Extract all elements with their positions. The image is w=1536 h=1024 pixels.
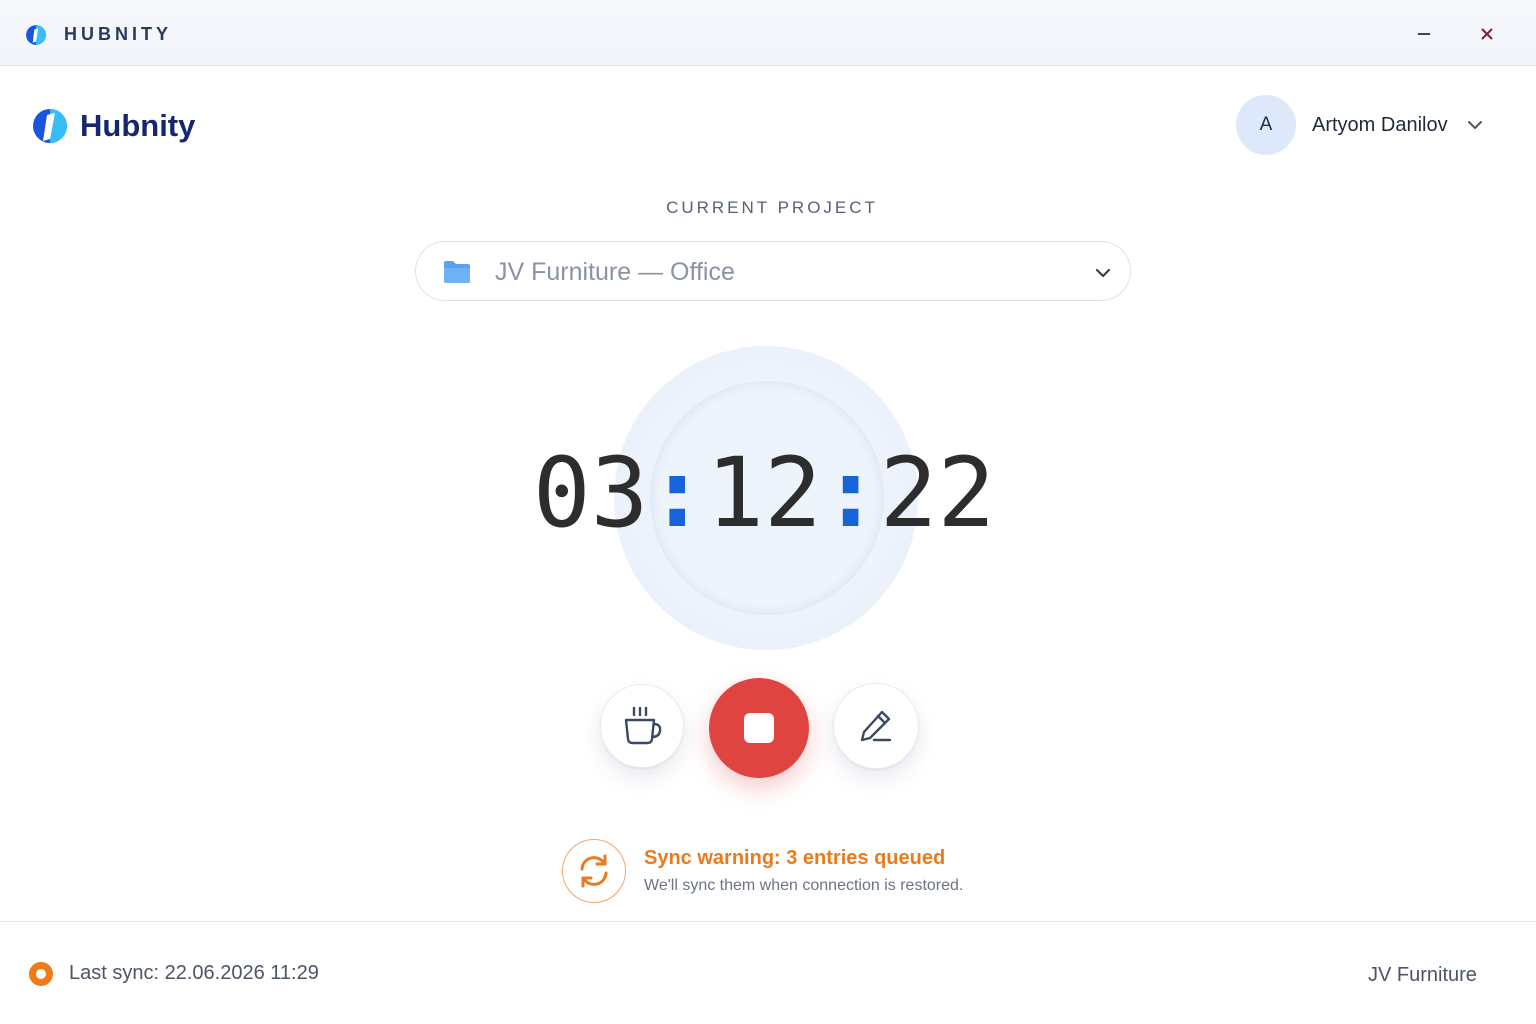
project-select[interactable]: JV Furniture — Office (415, 241, 1131, 301)
timer-separator: : (821, 437, 880, 549)
window-title: HUBNITY (64, 24, 172, 44)
current-project-label: CURRENT PROJECT (666, 198, 878, 217)
timer-seconds: 22 (879, 437, 996, 549)
close-button[interactable] (1467, 14, 1507, 54)
stop-button[interactable] (709, 678, 809, 778)
sync-status-indicator (29, 962, 53, 986)
break-button[interactable] (600, 684, 684, 768)
close-icon (1481, 28, 1493, 40)
sync-warning: Sync warning: 3 entries queued We'll syn… (562, 839, 1022, 903)
user-menu[interactable]: A Artyom Danilov (1236, 94, 1484, 156)
avatar: A (1236, 95, 1296, 155)
sync-warning-title: Sync warning: 3 entries queued (644, 847, 946, 869)
pencil-icon (860, 710, 892, 742)
timer-display: 03:12:22 (0, 443, 1528, 543)
title-bar: HUBNITY (0, 0, 1536, 66)
sync-warning-message: We'll sync them when connection is resto… (644, 877, 964, 894)
edit-button[interactable] (833, 683, 919, 769)
project-name: JV Furniture — Office (495, 258, 735, 286)
timer-separator: : (648, 437, 707, 549)
timer-hours: 03 (532, 437, 649, 549)
chevron-down-icon (1095, 268, 1111, 278)
user-name: Artyom Danilov (1312, 113, 1448, 136)
status-bar: Last sync: 22.06.2026 11:29 JV Furniture (0, 921, 1536, 1024)
timer-minutes: 12 (706, 437, 822, 549)
last-sync-text: Last sync: 22.06.2026 11:29 (69, 962, 319, 984)
hubnity-logo-icon (33, 109, 67, 143)
stop-icon (744, 713, 774, 743)
coffee-cup-icon (624, 706, 662, 745)
hubnity-logo-icon (26, 25, 46, 45)
brand-name: Hubnity (80, 108, 196, 143)
chevron-down-icon (1467, 121, 1482, 129)
minimize-button[interactable] (1404, 14, 1444, 54)
sync-icon (562, 839, 626, 903)
workspace-name: JV Furniture (1368, 964, 1477, 986)
brand: Hubnity (30, 106, 195, 146)
minimize-icon (1418, 33, 1430, 35)
refresh-icon (580, 854, 608, 888)
folder-icon (444, 261, 470, 283)
